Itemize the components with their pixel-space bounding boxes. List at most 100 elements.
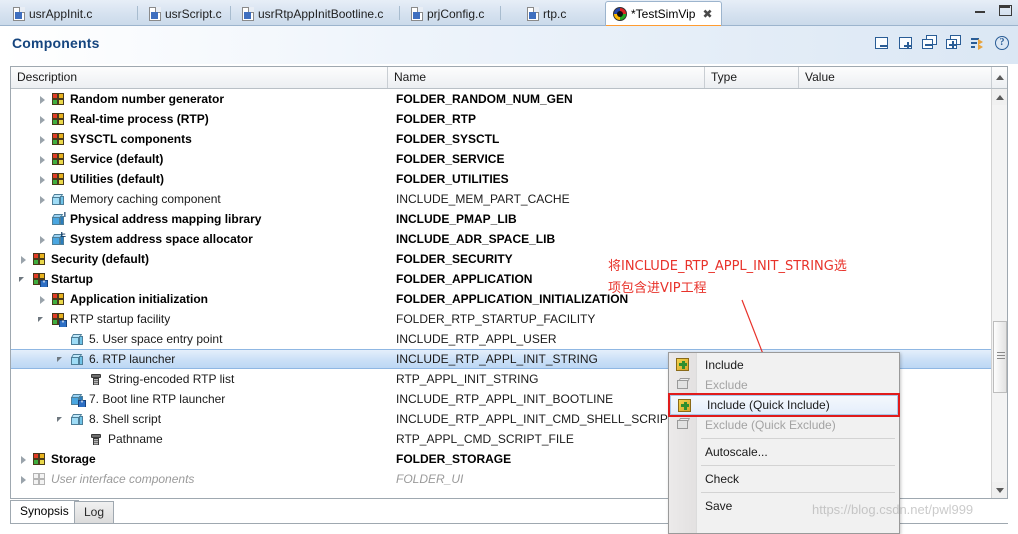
help-icon[interactable]: ?: [994, 35, 1010, 51]
cell-description: IPhysical address mapping library: [11, 212, 388, 227]
column-header-type[interactable]: Type: [705, 67, 799, 88]
tree-expand-arrow-icon[interactable]: [36, 233, 49, 246]
column-header-value[interactable]: Value: [799, 67, 1007, 88]
tree-expand-arrow-icon[interactable]: [17, 473, 30, 486]
close-icon[interactable]: ✖: [702, 8, 712, 20]
column-header-name[interactable]: Name: [388, 67, 705, 88]
cell-description: Pathname: [11, 432, 388, 447]
tab-label: Log: [84, 505, 104, 519]
menu-separator: [701, 465, 895, 466]
collapse-icon[interactable]: [874, 35, 890, 51]
tree-collapse-arrow-icon[interactable]: [55, 353, 68, 366]
row-description-label: Storage: [51, 452, 96, 466]
table-row[interactable]: Random number generatorFOLDER_RANDOM_NUM…: [11, 89, 991, 109]
menu-item-check[interactable]: Check: [669, 469, 899, 489]
tree-collapse-arrow-icon[interactable]: [36, 313, 49, 326]
scrollbar-up-icon[interactable]: [992, 89, 1008, 105]
expand-all-icon[interactable]: [946, 35, 962, 51]
cell-name: INCLUDE_RTP_APPL_USER: [388, 332, 705, 346]
tree-expand-arrow-icon[interactable]: [36, 153, 49, 166]
menu-item-exclude-quick-exclude: Exclude (Quick Exclude): [669, 415, 899, 435]
cell-description: User interface components: [11, 472, 388, 487]
menu-item-include[interactable]: Include: [669, 355, 899, 375]
menu-item-label: Check: [705, 472, 739, 486]
cell-description: String-encoded RTP list: [11, 372, 388, 387]
cell-name: FOLDER_SYSCTL: [388, 132, 705, 146]
cell-description: Random number generator: [11, 92, 388, 107]
folder-startup-icon: *: [31, 272, 47, 287]
tab-separator: [137, 6, 138, 20]
tab-separator: [230, 6, 231, 20]
scrollbar-thumb[interactable]: [993, 321, 1007, 393]
maximize-icon[interactable]: [997, 3, 1012, 16]
menu-item-include-quick-include[interactable]: Include (Quick Include): [670, 395, 898, 415]
cell-name: FOLDER_RTP_STARTUP_FACILITY: [388, 312, 705, 326]
table-row[interactable]: ESystem address space allocatorINCLUDE_A…: [11, 229, 991, 249]
cell-name: INCLUDE_ADR_SPACE_LIB: [388, 232, 705, 246]
tree-expand-arrow-icon[interactable]: [36, 193, 49, 206]
row-description-label: 7. Boot line RTP launcher: [89, 392, 225, 406]
minimize-icon[interactable]: [973, 3, 988, 16]
expand-icon[interactable]: [898, 35, 914, 51]
tree-expand-arrow-icon[interactable]: [36, 93, 49, 106]
annotation-line-2: 项包含进VIP工程: [608, 278, 908, 300]
table-row[interactable]: *RTP startup facilityFOLDER_RTP_STARTUP_…: [11, 309, 991, 329]
tree-expand-arrow-icon[interactable]: [36, 293, 49, 306]
row-description-label: SYSCTL components: [70, 132, 192, 146]
table-row[interactable]: 5. User space entry pointINCLUDE_RTP_APP…: [11, 329, 991, 349]
column-header-description[interactable]: Description: [11, 67, 388, 88]
cell-description: *RTP startup facility: [11, 312, 388, 327]
cell-name: INCLUDE_RTP_APPL_INIT_BOOTLINE: [388, 392, 705, 406]
tree-twisty-none: [74, 433, 87, 446]
tree-expand-arrow-icon[interactable]: [17, 453, 30, 466]
editor-tab-usrrtpappinitbootline[interactable]: usrRtpAppInitBootline.c: [235, 2, 391, 26]
c-file-icon: [411, 7, 423, 21]
cell-name: INCLUDE_PMAP_LIB: [388, 212, 705, 226]
table-row[interactable]: Memory caching componentINCLUDE_MEM_PART…: [11, 189, 991, 209]
row-description-label: Physical address mapping library: [70, 212, 261, 226]
scroll-up-arrow-icon[interactable]: [991, 67, 1007, 88]
tree-expand-arrow-icon[interactable]: [36, 133, 49, 146]
editor-tab-usrscript[interactable]: usrScript.c: [142, 2, 230, 26]
table-row[interactable]: Service (default)FOLDER_SERVICE: [11, 149, 991, 169]
folder-startup-icon: *: [50, 312, 66, 327]
editor-tab-label: rtp.c: [543, 7, 566, 21]
component-cube-icon: [69, 332, 85, 347]
folder-component-icon: [50, 92, 66, 107]
vertical-scrollbar[interactable]: [991, 89, 1007, 498]
cell-name: FOLDER_STORAGE: [388, 452, 705, 466]
tab-log[interactable]: Log: [74, 501, 114, 523]
cell-name: FOLDER_RTP: [388, 112, 705, 126]
table-row[interactable]: SYSCTL components FOLDER_SYSCTL: [11, 129, 991, 149]
row-description-label: Service (default): [70, 152, 163, 166]
disabled-folder-icon: [31, 472, 47, 487]
tree-expand-arrow-icon[interactable]: [36, 173, 49, 186]
editor-tab-prjconfig[interactable]: prjConfig.c: [404, 2, 492, 26]
exclude-icon: [675, 417, 691, 432]
scrollbar-down-icon[interactable]: [992, 482, 1008, 498]
tab-separator: [500, 6, 501, 20]
editor-tab-usrappinit[interactable]: usrAppInit.c: [6, 2, 100, 26]
cell-description: 6. RTP launcher: [11, 352, 388, 367]
sort-filter-icon[interactable]: [970, 35, 986, 51]
menu-item-autoscale[interactable]: Autoscale...: [669, 442, 899, 462]
tree-expand-arrow-icon[interactable]: [36, 113, 49, 126]
table-row[interactable]: IPhysical address mapping libraryINCLUDE…: [11, 209, 991, 229]
cell-description: 5. User space entry point: [11, 332, 388, 347]
tree-expand-arrow-icon[interactable]: [17, 253, 30, 266]
tree-collapse-arrow-icon[interactable]: [17, 273, 30, 286]
editor-tab-rtp[interactable]: rtp.c: [520, 2, 574, 26]
collapse-all-icon[interactable]: [922, 35, 938, 51]
editor-tab-label: usrAppInit.c: [29, 7, 92, 21]
tab-separator: [399, 6, 400, 20]
cell-description: Real-time process (RTP): [11, 112, 388, 127]
tab-synopsis[interactable]: Synopsis: [10, 500, 79, 523]
cell-name: INCLUDE_MEM_PART_CACHE: [388, 192, 705, 206]
tree-collapse-arrow-icon[interactable]: [55, 413, 68, 426]
exclude-icon: [675, 377, 691, 392]
cell-description: SYSCTL components: [11, 132, 388, 147]
editor-tab-label: usrScript.c: [165, 7, 222, 21]
table-row[interactable]: Utilities (default)FOLDER_UTILITIES: [11, 169, 991, 189]
editor-tab-testsimvip[interactable]: *TestSimVip ✖: [605, 1, 722, 26]
table-row[interactable]: Real-time process (RTP)FOLDER_RTP: [11, 109, 991, 129]
